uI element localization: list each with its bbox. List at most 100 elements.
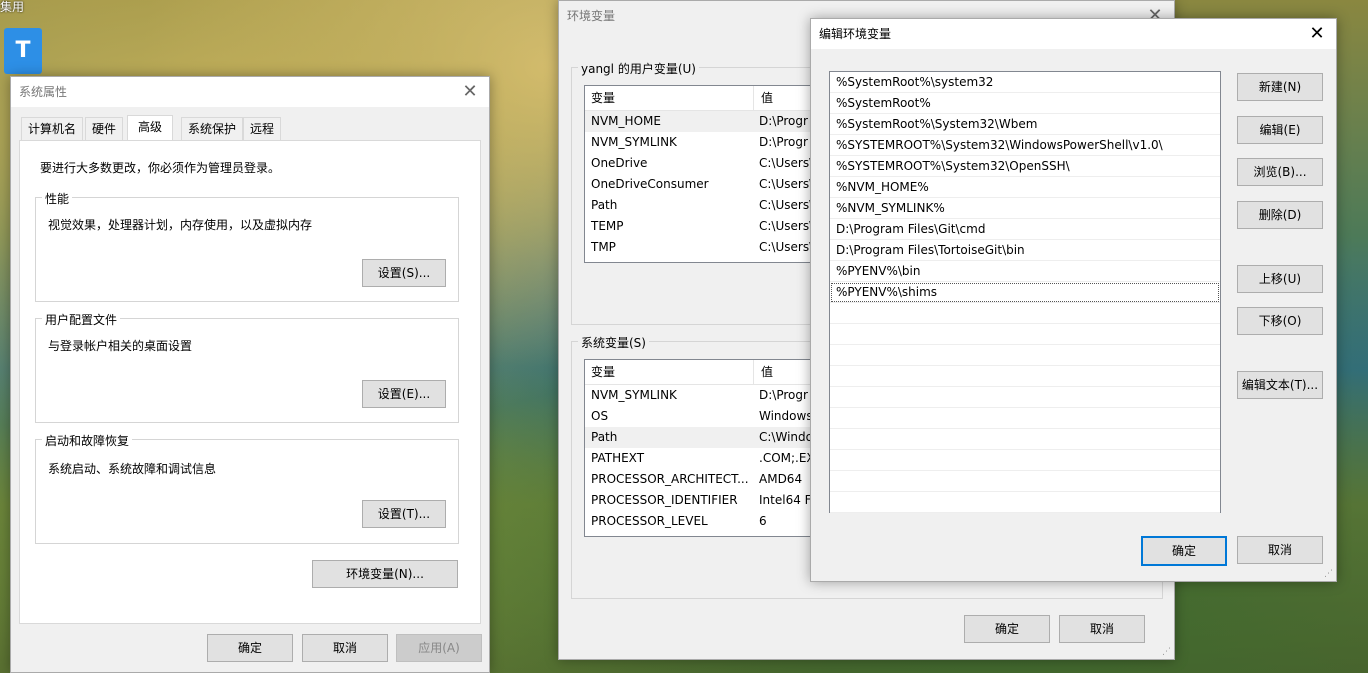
resize-grip-icon[interactable]: ⋰ (1324, 569, 1334, 579)
table-row[interactable]: PROCESSOR_IDENTIFIER Intel64 Fa (585, 490, 825, 511)
new-button[interactable]: 新建(N) (1237, 73, 1323, 101)
variable-value: C:\Users\ (759, 240, 814, 254)
empty-list-slot (830, 345, 1220, 366)
table-row[interactable]: PROCESSOR_LEVEL 6 (585, 511, 825, 532)
close-icon[interactable]: ✕ (459, 77, 481, 107)
list-item[interactable]: D:\Program Files\TortoiseGit\bin (830, 240, 1220, 261)
list-item[interactable]: %SystemRoot% (830, 93, 1220, 114)
performance-desc: 视觉效果，处理器计划，内存使用，以及虚拟内存 (48, 218, 313, 232)
tab-advanced[interactable]: 高级 (127, 115, 174, 140)
empty-list-slot (830, 408, 1220, 429)
cancel-button[interactable]: 取消 (1059, 615, 1145, 643)
list-item[interactable]: %NVM_HOME% (830, 177, 1220, 198)
empty-list-slot (830, 366, 1220, 387)
empty-list-slot (830, 429, 1220, 450)
list-item[interactable]: %PYENV%\shims (830, 282, 1220, 303)
table-row[interactable]: PROCESSOR_ARCHITECT... AMD64 (585, 469, 825, 490)
table-row[interactable]: NVM_SYMLINK D:\Progr (585, 385, 825, 406)
tab-system-protection[interactable]: 系统保护 (181, 117, 244, 140)
empty-list-slot (830, 324, 1220, 345)
table-row[interactable]: NVM_HOME D:\Progr (585, 111, 825, 132)
variable-name: NVM_SYMLINK (591, 388, 677, 402)
move-down-button[interactable]: 下移(O) (1237, 307, 1323, 335)
variable-value: C:\Users\ (759, 219, 814, 233)
variable-name: Path (591, 430, 618, 444)
list-item[interactable]: %SYSTEMROOT%\System32\OpenSSH\ (830, 156, 1220, 177)
empty-list-slot (830, 303, 1220, 324)
tab-panel-advanced: 要进行大多数更改，你必须作为管理员登录。 性能 视觉效果，处理器计划，内存使用，… (19, 140, 481, 624)
resize-grip-icon[interactable]: ⋰ (1162, 647, 1172, 657)
performance-group: 性能 视觉效果，处理器计划，内存使用，以及虚拟内存 设置(S)... (35, 190, 459, 302)
environment-variables-title: 环境变量 (567, 9, 616, 23)
variable-name: PROCESSOR_ARCHITECT... (591, 472, 749, 486)
path-entries-list[interactable]: %SystemRoot%\system32 %SystemRoot% %System… (829, 71, 1221, 513)
variable-name: NVM_SYMLINK (591, 135, 677, 149)
user-profile-desc: 与登录帐户相关的桌面设置 (48, 339, 193, 353)
table-row[interactable]: Path C:\Users\ (585, 195, 825, 216)
user-variables-header: 变量 值 (585, 86, 825, 111)
desktop-icon-label: 集用 (0, 0, 25, 14)
tab-hardware[interactable]: 硬件 (85, 117, 124, 140)
variable-value: C:\Windo (759, 430, 813, 444)
user-variables-list[interactable]: 变量 值 NVM_HOME D:\Progr NVM_SYMLINK D:\Progr… (584, 85, 826, 263)
startup-recovery-group: 启动和故障恢复 系统启动、系统故障和调试信息 设置(T)... (35, 432, 459, 544)
variable-name: NVM_HOME (591, 114, 661, 128)
edit-environment-variable-dialog: 编辑环境变量 ✕ %SystemRoot%\system32 %SystemRoo… (810, 18, 1337, 582)
table-row[interactable]: OneDriveConsumer C:\Users\ (585, 174, 825, 195)
close-icon[interactable]: ✕ (1306, 19, 1328, 49)
cancel-button[interactable]: 取消 (302, 634, 388, 662)
list-item[interactable]: %SYSTEMROOT%\System32\WindowsPowerShell\… (830, 135, 1220, 156)
performance-label: 性能 (42, 190, 73, 207)
user-profile-settings-button[interactable]: 设置(E)... (362, 380, 446, 408)
startup-recovery-settings-button[interactable]: 设置(T)... (362, 500, 446, 528)
system-variables-header: 变量 值 (585, 360, 825, 385)
tab-computer-name[interactable]: 计算机名 (21, 117, 84, 140)
edit-button[interactable]: 编辑(E) (1237, 116, 1323, 144)
empty-list-slot (830, 492, 1220, 513)
variable-value: D:\Progr (759, 388, 808, 402)
column-value[interactable]: 值 (755, 360, 773, 384)
variable-name: OS (591, 409, 609, 423)
system-variables-list[interactable]: 变量 值 NVM_SYMLINK D:\Progr OS Windows Path C:\… (584, 359, 826, 537)
cancel-button[interactable]: 取消 (1237, 536, 1323, 564)
variable-name: Path (591, 198, 618, 212)
table-row[interactable]: TEMP C:\Users\ (585, 216, 825, 237)
apply-button[interactable]: 应用(A) (396, 634, 482, 662)
table-row[interactable]: OS Windows (585, 406, 825, 427)
table-row[interactable]: Path C:\Windo (585, 427, 825, 448)
list-item[interactable]: D:\Program Files\Git\cmd (830, 219, 1220, 240)
startup-recovery-label: 启动和故障恢复 (42, 432, 133, 449)
table-row[interactable]: NVM_SYMLINK D:\Progr (585, 132, 825, 153)
user-variables-label: yangl 的用户变量(U) (578, 60, 699, 77)
list-item[interactable]: %SystemRoot%\system32 (830, 72, 1220, 93)
desktop-app-icon[interactable]: T (4, 28, 42, 74)
environment-variables-button[interactable]: 环境变量(N)... (312, 560, 458, 588)
ok-button[interactable]: 确定 (1141, 536, 1227, 566)
variable-name: TEMP (591, 219, 624, 233)
ok-button[interactable]: 确定 (964, 615, 1050, 643)
variable-value: C:\Users\ (759, 156, 814, 170)
table-row[interactable]: PATHEXT .COM;.EX (585, 448, 825, 469)
variable-value: D:\Progr (759, 135, 808, 149)
list-item[interactable]: %NVM_SYMLINK% (830, 198, 1220, 219)
list-item[interactable]: %PYENV%\bin (830, 261, 1220, 282)
list-item[interactable]: %SystemRoot%\System32\Wbem (830, 114, 1220, 135)
ok-button[interactable]: 确定 (207, 634, 293, 662)
table-row[interactable]: TMP C:\Users\ (585, 237, 825, 258)
system-properties-title: 系统属性 (19, 85, 68, 99)
move-up-button[interactable]: 上移(U) (1237, 265, 1323, 293)
performance-settings-button[interactable]: 设置(S)... (362, 259, 446, 287)
browse-button[interactable]: 浏览(B)... (1237, 158, 1323, 186)
system-properties-dialog: 系统属性 ✕ 计算机名 硬件 高级 系统保护 远程 要进行大多数更改，你必须作为… (10, 76, 490, 673)
variable-value: .COM;.EX (759, 451, 815, 465)
user-profile-group: 用户配置文件 与登录帐户相关的桌面设置 设置(E)... (35, 311, 459, 423)
column-value[interactable]: 值 (755, 86, 773, 110)
edit-text-button[interactable]: 编辑文本(T)... (1237, 371, 1323, 399)
tab-remote[interactable]: 远程 (243, 117, 282, 140)
delete-button[interactable]: 删除(D) (1237, 201, 1323, 229)
column-variable[interactable]: 变量 (585, 86, 615, 110)
column-variable[interactable]: 变量 (585, 360, 615, 384)
user-profile-label: 用户配置文件 (42, 311, 121, 328)
table-row[interactable]: OneDrive C:\Users\ (585, 153, 825, 174)
system-properties-titlebar: 系统属性 ✕ (11, 77, 489, 107)
